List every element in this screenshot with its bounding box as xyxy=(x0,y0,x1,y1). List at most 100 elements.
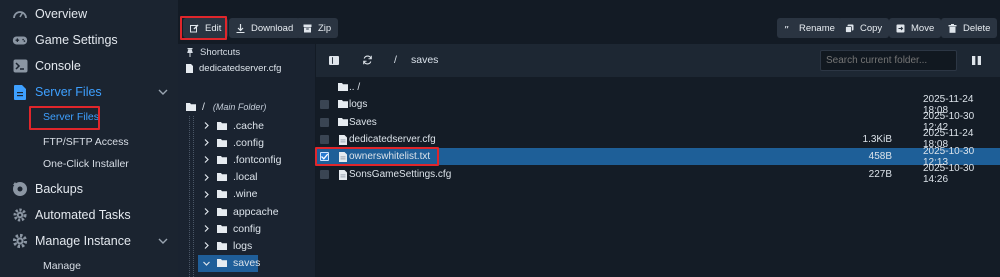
shortcut-item[interactable]: dedicatedserver.cfg xyxy=(186,60,281,77)
nav-backups[interactable]: Backups xyxy=(0,176,178,202)
folder-icon xyxy=(217,259,227,268)
tree-folder-label: .config xyxy=(233,136,264,149)
nav-server-files[interactable]: Server Files xyxy=(0,79,178,105)
file-row[interactable]: ownerswhitelist.txt 458B 2025-10-30 12:13 xyxy=(316,146,1000,168)
chevron-right-icon[interactable] xyxy=(202,138,211,147)
subnav-manage-label: Manage xyxy=(43,260,81,272)
file-size: 458B xyxy=(868,151,892,163)
row-checkbox[interactable] xyxy=(320,134,329,144)
move-button-label: Move xyxy=(911,22,935,34)
tree-folder-item[interactable]: logs xyxy=(202,237,307,254)
tree-folder-label: logs xyxy=(233,239,253,252)
file-name[interactable]: logs xyxy=(349,99,367,110)
view-toggle-icon[interactable] xyxy=(972,56,981,65)
folder-icon xyxy=(217,121,227,130)
tree-folder-item[interactable]: .local xyxy=(202,169,307,186)
file-name[interactable]: ownerswhitelist.txt xyxy=(349,151,430,162)
chevron-down-icon[interactable] xyxy=(202,259,211,268)
shortcut-file-label: dedicatedserver.cfg xyxy=(199,63,282,74)
nav-manage-instance[interactable]: Manage Instance xyxy=(0,228,178,254)
zip-button[interactable]: Zip xyxy=(296,18,339,38)
row-checkbox[interactable] xyxy=(320,100,329,110)
terminal-icon xyxy=(12,58,28,74)
tree-folder-label: .fontconfig xyxy=(233,153,282,166)
tree-folder-item[interactable]: .wine xyxy=(202,186,307,203)
nav-overview[interactable]: Overview xyxy=(0,1,178,27)
chevron-right-icon[interactable] xyxy=(202,190,211,199)
tree-folder-item[interactable]: .cache xyxy=(202,117,307,134)
tree-folder-item[interactable]: saves xyxy=(198,254,260,272)
chevron-right-icon[interactable] xyxy=(202,121,211,130)
path-current[interactable]: saves xyxy=(411,54,438,66)
file-name[interactable]: dedicatedserver.cfg xyxy=(349,134,436,145)
move-button[interactable]: Move xyxy=(889,18,942,38)
path-separator: / xyxy=(394,54,397,66)
download-button-label: Download xyxy=(251,22,294,34)
subnav-one-click-installer[interactable]: One-Click Installer xyxy=(0,153,178,175)
chevron-right-icon[interactable] xyxy=(202,207,211,216)
subnav-ftp-sftp[interactable]: FTP/SFTP Access xyxy=(0,131,178,153)
download-icon xyxy=(236,23,245,33)
file-name[interactable]: Saves xyxy=(349,117,377,128)
nav-automated-tasks[interactable]: Automated Tasks xyxy=(0,202,178,228)
folder-icon xyxy=(338,117,348,127)
folder-icon xyxy=(217,224,227,233)
file-list-header: / saves xyxy=(316,44,1000,77)
row-checkbox[interactable] xyxy=(320,169,329,179)
cog-icon xyxy=(12,233,28,249)
file-row[interactable]: .. / xyxy=(316,79,1000,96)
row-checkbox[interactable] xyxy=(320,152,329,162)
tree-folder-label: appcache xyxy=(233,205,279,218)
edit-button[interactable]: Edit xyxy=(183,18,229,38)
copy-button[interactable]: Copy xyxy=(838,18,890,38)
backup-icon xyxy=(12,181,28,197)
nav-console[interactable]: Console xyxy=(0,53,178,79)
file-row[interactable]: dedicatedserver.cfg 1.3KiB 2025-11-24 18:0… xyxy=(316,128,1000,150)
file-icon xyxy=(338,169,348,180)
tree-folder-label: config xyxy=(233,222,262,235)
refresh-icon[interactable] xyxy=(363,55,372,65)
shortcuts-header: Shortcuts xyxy=(186,47,240,58)
tree-guide-line xyxy=(189,116,190,277)
nav-game-settings[interactable]: Game Settings xyxy=(0,27,178,53)
zip-button-label: Zip xyxy=(318,22,332,34)
folder-icon xyxy=(338,100,348,109)
file-row[interactable]: SonsGameSettings.cfg 227B 2025-10-30 14:26 xyxy=(316,163,1000,185)
delete-button[interactable]: Delete xyxy=(941,18,998,38)
file-name[interactable]: .. / xyxy=(349,82,360,93)
chevron-right-icon[interactable] xyxy=(202,241,211,250)
search-input[interactable] xyxy=(820,50,957,71)
tree-root[interactable]: / (Main Folder) xyxy=(186,98,266,115)
row-checkbox[interactable] xyxy=(320,117,329,127)
file-size: 1.3KiB xyxy=(862,133,892,145)
tree-folder-item[interactable]: .fontconfig xyxy=(202,151,307,168)
tree-folder-item[interactable]: config xyxy=(202,220,307,237)
gamepad-icon xyxy=(12,32,28,48)
subnav-manage[interactable]: Manage xyxy=(0,255,178,277)
chevron-down-icon[interactable] xyxy=(156,234,170,248)
folder-icon xyxy=(338,83,348,92)
chevron-right-icon[interactable] xyxy=(202,173,211,182)
file-date: 2025-10-30 14:26 xyxy=(923,163,975,185)
file-icon xyxy=(186,64,193,73)
download-button[interactable]: Download xyxy=(229,18,301,38)
nav-game-settings-label: Game Settings xyxy=(35,33,118,47)
file-name[interactable]: SonsGameSettings.cfg xyxy=(349,169,451,180)
copy-icon xyxy=(845,24,854,33)
tree-folder-item[interactable]: appcache xyxy=(202,203,307,220)
file-list-panel: / saves .. /logs2025-11-24 18:08Saves202… xyxy=(316,44,1000,277)
quote-icon: ” xyxy=(784,24,793,33)
sidebar-toggle-icon[interactable] xyxy=(329,56,339,65)
file-row[interactable]: Saves 2025-10-30 12:42 xyxy=(316,111,1000,133)
tree-root-note: (Main Folder) xyxy=(212,101,267,112)
chevron-down-icon[interactable] xyxy=(156,85,170,99)
rename-button[interactable]: ” Rename xyxy=(777,18,842,38)
tree-folder-label: .cache xyxy=(233,119,264,132)
chevron-right-icon[interactable] xyxy=(202,224,211,233)
pin-icon xyxy=(186,48,194,57)
file-row[interactable]: logs 2025-11-24 18:08 xyxy=(316,94,1000,116)
tree-folder-item[interactable]: .config xyxy=(202,134,307,151)
chevron-right-icon[interactable] xyxy=(202,155,211,164)
subnav-server-files[interactable]: Server Files xyxy=(0,106,178,128)
file-icon xyxy=(12,84,28,100)
